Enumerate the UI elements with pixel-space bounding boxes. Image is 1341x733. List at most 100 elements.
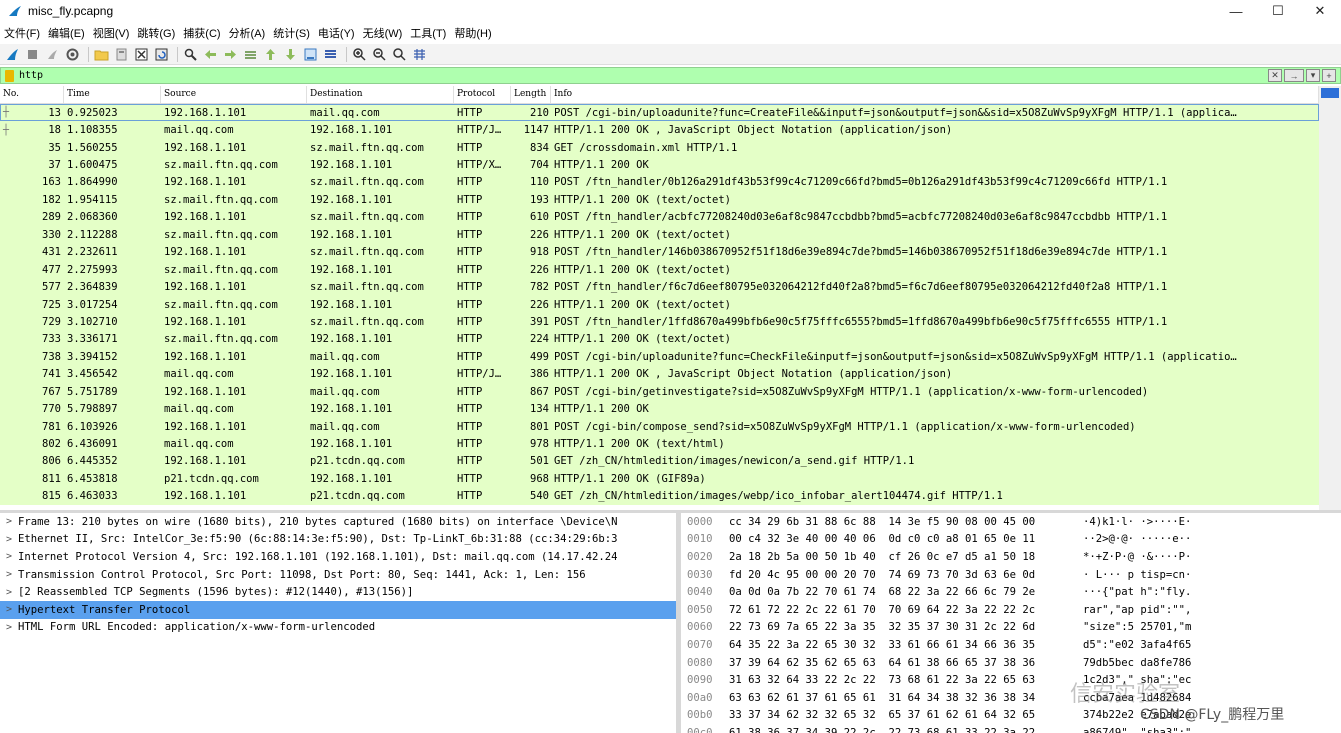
hex-offset[interactable]: 0030 [681,569,727,581]
expand-arrow-icon[interactable]: > [0,516,18,527]
hex-ascii[interactable]: 79db5bec da8fe786 [1083,657,1223,669]
filter-bookmark-icon[interactable] [5,69,14,82]
save-file-icon[interactable] [113,46,130,63]
hex-offset[interactable]: 0070 [681,639,727,651]
capture-options-icon[interactable] [64,46,81,63]
hex-offset[interactable]: 0020 [681,551,727,563]
menu-help[interactable]: 帮助(H) [454,25,499,41]
hex-bytes[interactable]: fd 20 4c 95 00 00 20 70 74 69 73 70 3d 6… [727,569,1083,581]
column-header-info[interactable]: Info [551,86,1319,103]
hex-offset[interactable]: 0080 [681,657,727,669]
open-file-icon[interactable] [93,46,110,63]
menu-wireless[interactable]: 无线(W) [363,25,411,41]
hex-offset[interactable]: 00c0 [681,727,727,733]
packet-row[interactable]: 741 3.456542 mail.qq.com 192.168.1.101 HTTP/… [0,365,1319,383]
first-packet-icon[interactable] [262,46,279,63]
hex-offset[interactable]: 0050 [681,604,727,616]
packet-row[interactable]: 725 3.017254 sz.mail.ftn.qq.com 192.168.1.1… [0,295,1319,314]
hex-offset[interactable]: 00a0 [681,692,727,704]
hex-bytes[interactable]: 63 63 62 61 37 61 65 61 31 64 34 38 32 3… [727,692,1083,704]
packet-list-scrollbar[interactable] [1319,86,1341,510]
find-packet-icon[interactable] [182,46,199,63]
hex-ascii[interactable]: ··2>@·@· ·····e·· [1083,533,1223,545]
hex-bytes[interactable]: 00 c4 32 3e 40 00 40 06 0d c0 c0 a8 01 6… [727,533,1083,545]
expand-arrow-icon[interactable]: > [0,604,18,615]
menu-analyze[interactable]: 分析(A) [229,25,274,41]
packet-row[interactable]: 802 6.436091 mail.qq.com 192.168.1.101 HTTP 9… [0,435,1319,453]
packet-row[interactable]: 733 3.336171 sz.mail.ftn.qq.com 192.168.1.1… [0,330,1319,349]
packet-row[interactable]: 13 0.925023 192.168.1.101 mail.qq.com HTTP 21… [0,104,1319,122]
hex-ascii[interactable]: ·4)k1·l· ·>····E· [1083,516,1223,528]
packet-row[interactable]: 738 3.394152 192.168.1.101 mail.qq.com HTTP 4… [0,348,1319,366]
hex-bytes[interactable]: 72 61 72 22 2c 22 61 70 70 69 64 22 3a 2… [727,604,1083,616]
hex-ascii[interactable]: d5":"e02 3afa4f65 [1083,639,1223,651]
hex-ascii[interactable]: ···{"pat h":"fly. [1083,586,1223,598]
expand-arrow-icon[interactable]: > [0,551,18,562]
filter-dropdown-icon[interactable]: ▾ [1306,69,1320,82]
go-back-icon[interactable] [202,46,219,63]
packet-row[interactable]: 729 3.102710 192.168.1.101 sz.mail.ftn.qq.c… [0,313,1319,331]
resize-columns-icon[interactable] [411,46,428,63]
packet-row[interactable]: 477 2.275993 sz.mail.ftn.qq.com 192.168.1.1… [0,260,1319,279]
hex-bytes[interactable]: 2a 18 2b 5a 00 50 1b 40 cf 26 0c e7 d5 a… [727,551,1083,563]
expand-arrow-icon[interactable]: > [0,587,18,598]
zoom-out-icon[interactable] [371,46,388,63]
stop-capture-icon[interactable] [24,46,41,63]
close-file-icon[interactable] [133,46,150,63]
menu-statistics[interactable]: 统计(S) [273,25,318,41]
zoom-in-icon[interactable] [351,46,368,63]
minimize-button[interactable]: — [1215,0,1257,22]
packet-row[interactable]: 811 6.453818 p21.tcdn.qq.com 192.168.1.101 H… [0,470,1319,488]
packet-row[interactable]: 330 2.112288 sz.mail.ftn.qq.com 192.168.1.1… [0,226,1319,244]
apply-filter-icon[interactable]: → [1284,69,1304,82]
close-button[interactable]: ✕ [1299,0,1341,22]
column-header-destination[interactable]: Destination [307,86,454,103]
hex-offset[interactable]: 00b0 [681,709,727,721]
go-to-packet-icon[interactable] [242,46,259,63]
expand-arrow-icon[interactable]: > [0,622,18,633]
packet-row[interactable]: 767 5.751789 192.168.1.101 mail.qq.com HTTP 8… [0,383,1319,401]
hex-bytes[interactable]: 31 63 32 64 33 22 2c 22 73 68 61 22 3a 2… [727,674,1083,686]
hex-ascii[interactable]: · L··· p tisp=cn· [1083,569,1223,581]
column-header-protocol[interactable]: Protocol [454,86,511,103]
menu-telephony[interactable]: 电话(Y) [318,25,363,41]
hex-offset[interactable]: 0060 [681,621,727,633]
start-capture-icon[interactable] [4,46,21,63]
column-header-length[interactable]: Length [511,86,551,103]
menu-tools[interactable]: 工具(T) [410,25,454,41]
packet-row[interactable]: 781 6.103926 192.168.1.101 mail.qq.com HTTP 8… [0,417,1319,436]
packet-row[interactable]: 37 1.600475 sz.mail.ftn.qq.com 192.168.1.10… [0,156,1319,174]
expand-arrow-icon[interactable]: > [0,569,18,580]
packet-row[interactable]: 182 1.954115 sz.mail.ftn.qq.com 192.168.1.1… [0,191,1319,209]
add-filter-button-icon[interactable]: + [1322,69,1336,82]
hex-bytes[interactable]: 37 39 64 62 35 62 65 63 64 61 38 66 65 3… [727,657,1083,669]
packet-row[interactable]: 577 2.364839 192.168.1.101 sz.mail.ftn.qq.c… [0,278,1319,296]
detail-tree-item[interactable]: > [2 Reassembled TCP Segments (1596 bytes… [0,583,676,601]
packet-row[interactable]: 289 2.068360 192.168.1.101 sz.mail.ftn.qq.c… [0,208,1319,227]
hex-offset[interactable]: 0090 [681,674,727,686]
column-header-source[interactable]: Source [161,86,307,103]
hex-offset[interactable]: 0000 [681,516,727,528]
display-filter-input[interactable]: http [19,70,1266,81]
menu-file[interactable]: 文件(F) [4,25,48,41]
hex-ascii[interactable]: a86749", "sha3":" [1083,727,1223,733]
packet-row[interactable]: 806 6.445352 192.168.1.101 p21.tcdn.qq.com H… [0,452,1319,471]
hex-offset[interactable]: 0010 [681,533,727,545]
column-header-time[interactable]: Time [64,86,161,103]
hex-bytes[interactable]: 33 37 34 62 32 32 65 32 65 37 61 62 61 6… [727,709,1083,721]
detail-tree-item[interactable]: > Transmission Control Protocol, Src Port… [0,566,676,584]
detail-tree-item[interactable]: > HTML Form URL Encoded: application/x-ww… [0,619,676,637]
hex-offset[interactable]: 0040 [681,586,727,598]
go-forward-icon[interactable] [222,46,239,63]
reload-file-icon[interactable] [153,46,170,63]
colorize-icon[interactable] [322,46,339,63]
hex-bytes[interactable]: 64 35 22 3a 22 65 30 32 33 61 66 61 34 6… [727,639,1083,651]
packet-row[interactable]: 18 1.108355 mail.qq.com 192.168.1.101 HTTP/J… [0,121,1319,139]
clear-filter-icon[interactable]: ✕ [1268,69,1282,82]
hex-bytes[interactable]: 61 38 36 37 34 39 22 2c 22 73 68 61 33 2… [727,727,1083,733]
detail-tree-item[interactable]: > Frame 13: 210 bytes on wire (1680 bits)… [0,513,676,531]
menu-view[interactable]: 视图(V) [93,25,138,41]
hex-ascii[interactable]: rar","ap pid":"", [1083,604,1223,616]
hex-bytes[interactable]: 22 73 69 7a 65 22 3a 35 32 35 37 30 31 2… [727,621,1083,633]
hex-ascii[interactable]: *·+Z·P·@ ·&····P· [1083,551,1223,563]
